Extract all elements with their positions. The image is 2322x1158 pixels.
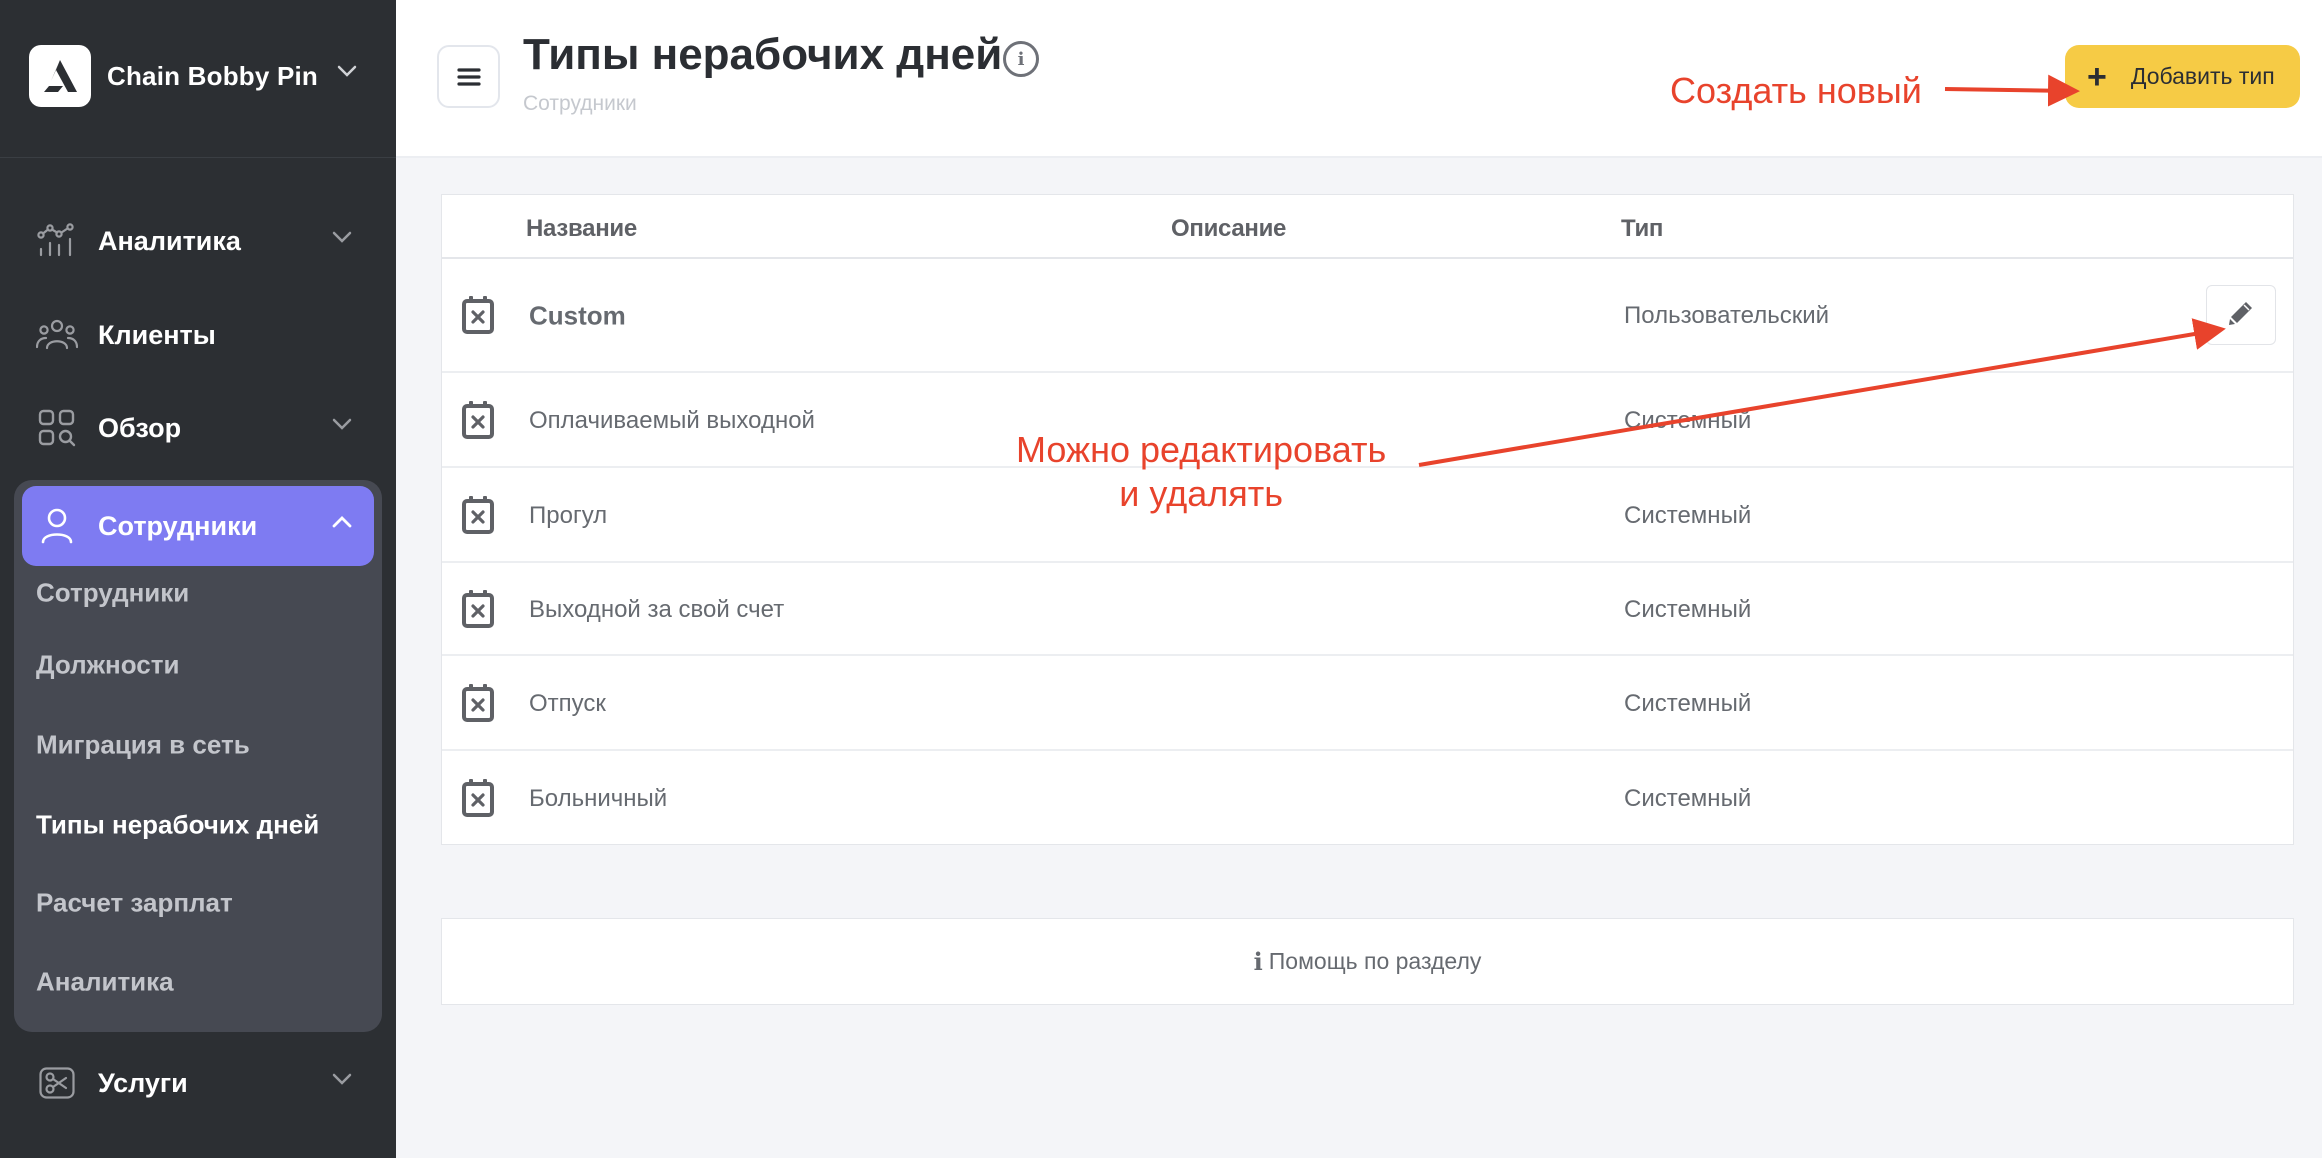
- calendar-x-icon: [462, 683, 494, 722]
- sidebar-item-analytics[interactable]: Аналитика: [22, 201, 374, 281]
- cell-type: Системный: [1624, 501, 1752, 529]
- submenu-item-employees[interactable]: Сотрудники: [36, 578, 189, 609]
- overview-grid-search-icon: [36, 407, 78, 449]
- calendar-x-icon: [462, 778, 494, 817]
- breadcrumb[interactable]: Сотрудники: [523, 92, 637, 116]
- calendar-x-icon: [462, 495, 494, 534]
- brand-logo: [29, 45, 91, 107]
- table-row[interactable]: Больничный Системный: [442, 751, 2293, 846]
- chevron-up-icon: [332, 516, 352, 528]
- submenu-item-nonworking-day-types[interactable]: Типы нерабочих дней: [36, 810, 319, 841]
- cell-type: Системный: [1624, 689, 1752, 717]
- info-icon[interactable]: i: [1003, 41, 1039, 77]
- cell-type: Системный: [1624, 406, 1752, 434]
- help-label: Помощь по разделу: [1268, 948, 1482, 974]
- sidebar-item-services[interactable]: Услуги: [22, 1043, 374, 1123]
- menu-toggle-button[interactable]: [437, 45, 500, 108]
- sidebar-item-overview[interactable]: Обзор: [22, 388, 374, 468]
- annotation-line: Можно редактировать: [1016, 429, 1387, 470]
- submenu-item-analytics[interactable]: Аналитика: [36, 967, 174, 998]
- page-title: Типы нерабочих дней: [523, 30, 1003, 79]
- hamburger-icon: [456, 67, 481, 86]
- calendar-x-icon: [462, 296, 494, 334]
- sidebar-item-label: Клиенты: [98, 319, 216, 350]
- cell-type: Пользовательский: [1624, 302, 1830, 329]
- annotation-line: и удалять: [1119, 473, 1283, 514]
- cell-name: Больничный: [529, 784, 668, 812]
- chevron-down-icon: [332, 231, 352, 243]
- calendar-x-icon: [462, 400, 494, 439]
- table-row[interactable]: Custom Пользовательский: [442, 259, 2293, 373]
- analytics-chart-icon: [36, 220, 78, 262]
- scissors-icon: [36, 1062, 78, 1104]
- cell-name: Выходной за свой счет: [529, 595, 785, 623]
- plus-icon: +: [2087, 57, 2107, 96]
- section-help-link[interactable]: i Помощь по разделу: [441, 918, 2294, 1005]
- submenu-item-positions[interactable]: Должности: [36, 650, 179, 681]
- cell-name: Оплачиваемый выходной: [529, 406, 815, 434]
- info-icon: i: [1253, 947, 1263, 976]
- cell-name: Прогул: [529, 501, 608, 529]
- brand-switcher[interactable]: Chain Bobby Pin: [29, 45, 369, 107]
- submenu-item-network-migration[interactable]: Миграция в сеть: [36, 730, 250, 761]
- sidebar-item-employees[interactable]: Сотрудники: [22, 486, 374, 566]
- column-header-type: Тип: [1621, 215, 1664, 242]
- nonworking-day-types-table: Название Описание Тип Custom Пользователь…: [441, 194, 2294, 845]
- chevron-down-icon: [337, 65, 357, 77]
- user-icon: [36, 505, 78, 547]
- chevron-down-icon: [332, 1073, 352, 1085]
- pencil-icon: [2228, 300, 2254, 331]
- brand-name: Chain Bobby Pin: [107, 60, 318, 91]
- cell-type: Системный: [1624, 784, 1752, 812]
- chevron-down-icon: [332, 418, 352, 430]
- add-type-label: Добавить тип: [2130, 63, 2275, 89]
- table-row[interactable]: Выходной за свой счет Системный: [442, 563, 2293, 656]
- submenu-item-payroll[interactable]: Расчет зарплат: [36, 888, 233, 919]
- add-type-button[interactable]: + Добавить тип: [2065, 45, 2300, 108]
- calendar-x-icon: [462, 589, 494, 628]
- column-header-name: Название: [526, 215, 637, 242]
- logo-triangle-icon: [44, 60, 77, 92]
- table-row[interactable]: Отпуск Системный: [442, 656, 2293, 751]
- annotation-edit-delete: Можно редактировать и удалять: [1016, 428, 1386, 516]
- sidebar-item-label: Услуги: [98, 1067, 188, 1098]
- column-header-description: Описание: [1171, 215, 1287, 242]
- sidebar-item-label: Аналитика: [98, 225, 241, 256]
- sidebar: Chain Bobby Pin Аналитика Клиенты Обзор …: [0, 0, 396, 1158]
- page-header: Типы нерабочих дней i Сотрудники + Добав…: [396, 0, 2322, 158]
- table-header: Название Описание Тип: [442, 195, 2293, 259]
- annotation-create-new: Создать новый: [1670, 70, 1922, 111]
- divider: [0, 157, 396, 158]
- cell-name: Отпуск: [529, 689, 606, 717]
- cell-name: Custom: [529, 300, 626, 331]
- sidebar-item-clients[interactable]: Клиенты: [22, 295, 374, 375]
- sidebar-item-label: Обзор: [98, 412, 182, 443]
- clients-users-icon: [36, 314, 78, 356]
- sidebar-item-label: Сотрудники: [98, 510, 258, 541]
- cell-type: Системный: [1624, 595, 1752, 623]
- edit-button[interactable]: [2206, 285, 2276, 345]
